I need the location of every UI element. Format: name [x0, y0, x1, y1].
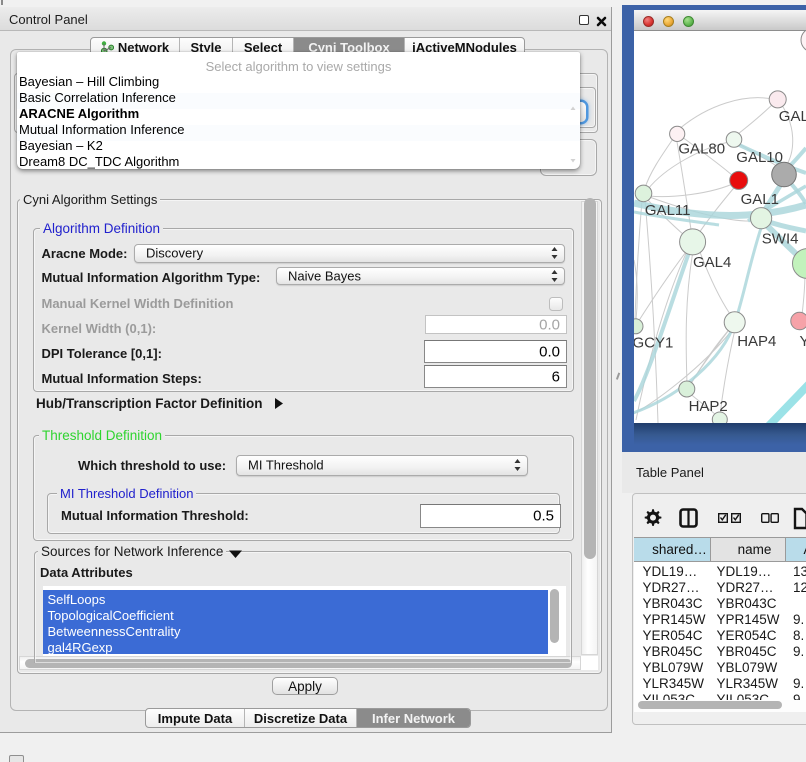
svg-text:GCY1: GCY1	[634, 335, 673, 352]
svg-text:GAL11: GAL11	[645, 202, 691, 219]
svg-text:GAL4: GAL4	[693, 254, 731, 271]
svg-text:SWI4: SWI4	[762, 231, 799, 248]
svg-text:GAL: GAL	[779, 108, 806, 125]
svg-text:Y: Y	[800, 333, 806, 350]
svg-text:GAL10: GAL10	[736, 149, 783, 166]
svg-text:GAL1: GAL1	[741, 191, 779, 208]
svg-text:GAL80: GAL80	[678, 141, 725, 158]
svg-text:HAP4: HAP4	[737, 333, 776, 350]
svg-text:HAP2: HAP2	[689, 398, 728, 415]
